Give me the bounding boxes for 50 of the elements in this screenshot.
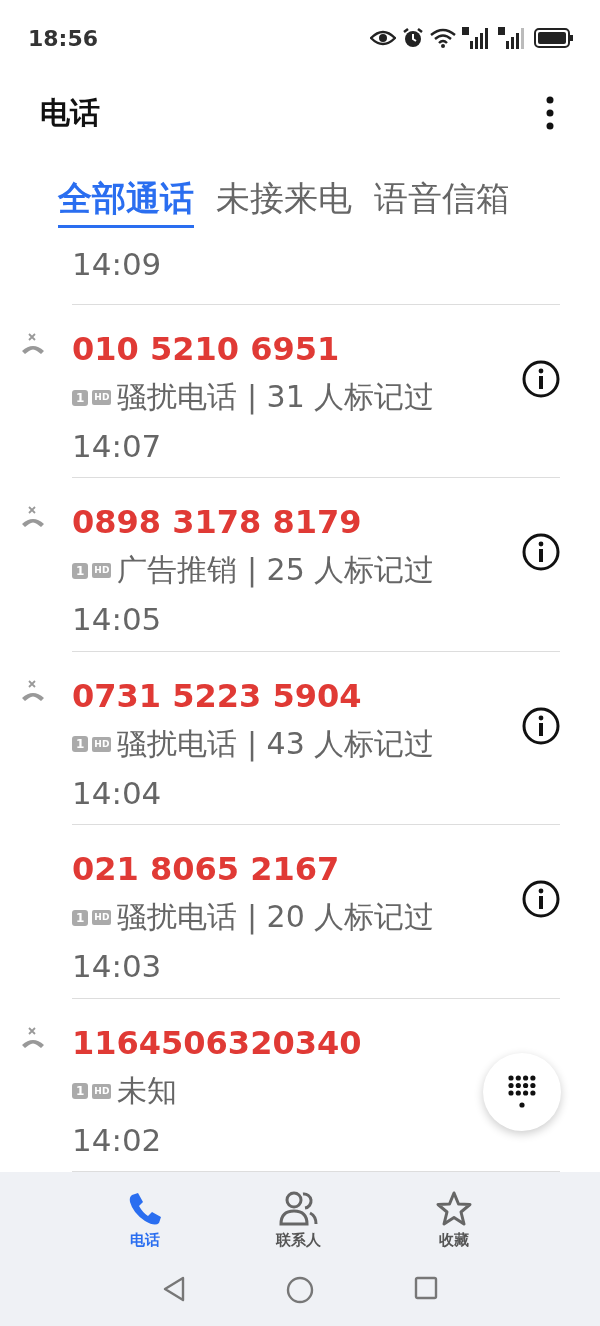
dialpad-button[interactable] [483, 1053, 561, 1131]
caller-tag: 广告推销 | 25 人标记过 [117, 550, 435, 592]
call-time: 14:02 [72, 1120, 163, 1160]
contacts-icon [279, 1191, 319, 1228]
home-icon[interactable] [286, 1275, 314, 1304]
hd-badge: HD [92, 1083, 112, 1099]
sim-badge: 1 [72, 562, 89, 579]
call-time: 14:04 [72, 773, 163, 813]
caller-tag: 骚扰电话 | 43 人标记过 [117, 723, 435, 765]
caller-tag: 未知 [117, 1070, 178, 1112]
info-icon[interactable] [522, 880, 560, 919]
info-icon[interactable] [522, 360, 560, 398]
sim-badge: 1 [72, 389, 89, 406]
tab[interactable]: 未接来电 [216, 178, 352, 228]
star-icon [435, 1191, 474, 1228]
hd-badge: HD [92, 910, 112, 926]
hd-badge: HD [92, 563, 112, 579]
hd-badge: HD [92, 736, 112, 752]
phone-number: 010 5210 6951 [72, 329, 341, 370]
tab[interactable]: 全部通话 [58, 178, 194, 228]
dialpad-icon [508, 1075, 536, 1109]
alarm-icon [402, 27, 424, 49]
caller-tag: 骚扰电话 | 31 人标记过 [117, 377, 435, 418]
battery-icon [534, 28, 574, 48]
phone-number: 0898 3178 8179 [72, 502, 363, 544]
tab[interactable]: 语音信箱 [374, 178, 510, 228]
nav-tab[interactable]: 收藏 [425, 1171, 484, 1270]
call-time: 14:07 [72, 427, 163, 466]
phone-number: 021 8065 2167 [72, 849, 341, 891]
sim-badge: 1 [72, 1083, 89, 1100]
info-icon[interactable] [522, 533, 560, 572]
call-time: 14:03 [72, 947, 163, 987]
phone-number: 0731 5223 5904 [72, 675, 363, 717]
recents-icon[interactable] [414, 1275, 438, 1300]
sim-badge: 1 [72, 736, 89, 753]
call-time: 14:05 [72, 600, 163, 640]
eye-icon [370, 30, 396, 46]
nav-tab[interactable]: 联系人 [266, 1171, 332, 1270]
status-time: 18:56 [28, 25, 99, 51]
wifi-icon [430, 28, 456, 48]
info-icon[interactable] [522, 706, 560, 745]
phone-number: 1164506320340 [72, 1022, 363, 1064]
nav-tab[interactable]: 电话 [116, 1171, 173, 1270]
app-title: 电话 [40, 93, 100, 132]
back-icon[interactable] [162, 1275, 186, 1302]
sim-badge: 1 [72, 909, 89, 926]
hd-badge: HD [92, 390, 112, 405]
caller-tag: 骚扰电话 | 20 人标记过 [117, 897, 435, 939]
call-time: 14:09 [72, 245, 162, 284]
more-menu-icon[interactable] [546, 96, 554, 130]
